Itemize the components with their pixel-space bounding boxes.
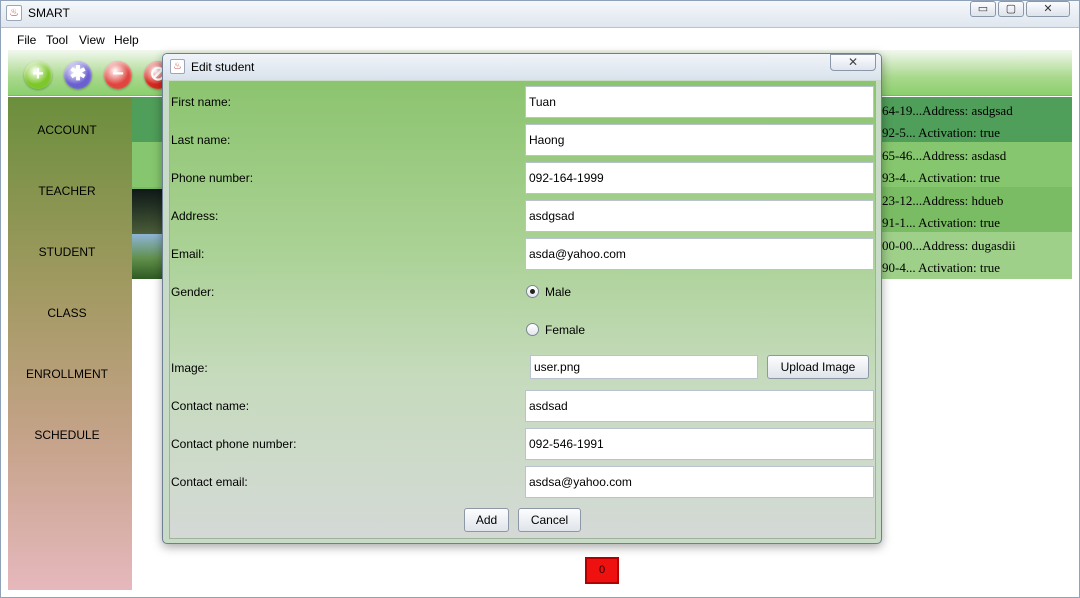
contact-email-label: Contact email:	[171, 475, 248, 489]
last-name-field[interactable]	[525, 124, 874, 156]
window-title: SMART	[28, 6, 70, 20]
list-item-address: 64-19...Address: asdgsad	[882, 103, 1013, 118]
address-label: Address:	[171, 209, 219, 223]
email-label: Email:	[171, 247, 205, 261]
minus-icon: −	[112, 63, 124, 85]
sidebar-item-schedule[interactable]: SCHEDULE	[8, 428, 126, 442]
email-field[interactable]	[525, 238, 874, 270]
settings-button[interactable]: ✱	[64, 61, 92, 89]
list-item-address: 23-12...Address: hdueb	[882, 193, 1004, 208]
dialog-title: Edit student	[191, 60, 255, 74]
remove-button[interactable]: −	[104, 61, 132, 89]
student-photo-thumbnail	[132, 234, 164, 279]
menu-tool[interactable]: Tool	[46, 33, 68, 47]
student-form: First name: Last name: Phone number: Add…	[169, 81, 876, 539]
edit-student-dialog: ♨ Edit student ✕ First name: Last name: …	[162, 53, 882, 544]
menu-file[interactable]: File	[17, 33, 36, 47]
dialog-close-button[interactable]: ✕	[830, 54, 876, 71]
list-item-activation: 91-1... Activation: true	[882, 215, 1001, 230]
minimize-button[interactable]: ▭	[970, 1, 996, 17]
menu-bar: File Tool View Help	[8, 30, 1072, 50]
gender-female-label[interactable]: Female	[545, 323, 585, 337]
plus-icon: +	[32, 63, 44, 85]
menu-view[interactable]: View	[79, 33, 105, 47]
contact-name-field[interactable]	[525, 390, 874, 422]
dialog-titlebar: ♨ Edit student ✕	[163, 54, 881, 80]
add-button[interactable]: +	[24, 61, 52, 89]
list-item-activation: 90-4... Activation: true	[882, 260, 1001, 275]
sidebar-item-student[interactable]: STUDENT	[8, 245, 126, 259]
phone-number-label: Phone number:	[171, 171, 254, 185]
list-item-activation: 93-4... Activation: true	[882, 170, 1001, 185]
sidebar: ACCOUNT TEACHER STUDENT CLASS ENROLLMENT…	[8, 97, 132, 590]
gender-female-radio[interactable]	[526, 323, 539, 336]
java-app-icon: ♨	[170, 59, 185, 74]
phone-number-field[interactable]	[525, 162, 874, 194]
contact-email-field[interactable]	[525, 466, 874, 498]
address-field[interactable]	[525, 200, 874, 232]
first-name-field[interactable]	[525, 86, 874, 118]
contact-name-label: Contact name:	[171, 399, 250, 413]
gear-icon: ✱	[69, 63, 87, 85]
gender-label: Gender:	[171, 285, 215, 299]
image-path-field[interactable]	[530, 355, 758, 379]
sidebar-item-class[interactable]: CLASS	[8, 306, 126, 320]
contact-phone-field[interactable]	[525, 428, 874, 460]
gender-male-radio[interactable]	[526, 285, 539, 298]
add-button[interactable]: Add	[464, 508, 509, 532]
list-item-address: 65-46...Address: asdasd	[882, 148, 1007, 163]
image-label: Image:	[171, 361, 208, 375]
gender-male-label[interactable]: Male	[545, 285, 571, 299]
cancel-button[interactable]: Cancel	[518, 508, 581, 532]
sidebar-item-account[interactable]: ACCOUNT	[8, 123, 126, 137]
sidebar-item-teacher[interactable]: TEACHER	[8, 184, 126, 198]
menu-help[interactable]: Help	[114, 33, 139, 47]
contact-phone-label: Contact phone number:	[171, 437, 297, 451]
list-item-activation: 92-5... Activation: true	[882, 125, 1001, 140]
java-app-icon: ♨	[6, 5, 22, 21]
last-name-label: Last name:	[171, 133, 231, 147]
first-name-label: First name:	[171, 95, 232, 109]
window-titlebar: ♨ SMART ▭ ▢ ✕	[0, 0, 1080, 28]
upload-image-button[interactable]: Upload Image	[767, 355, 869, 379]
student-photo-thumbnail	[132, 189, 164, 234]
counter-badge: 0	[585, 557, 619, 584]
sidebar-item-enrollment[interactable]: ENROLLMENT	[8, 367, 126, 381]
window-close-button[interactable]: ✕	[1026, 1, 1070, 17]
maximize-button[interactable]: ▢	[998, 1, 1024, 17]
list-item-address: 00-00...Address: dugasdii	[882, 238, 1016, 253]
